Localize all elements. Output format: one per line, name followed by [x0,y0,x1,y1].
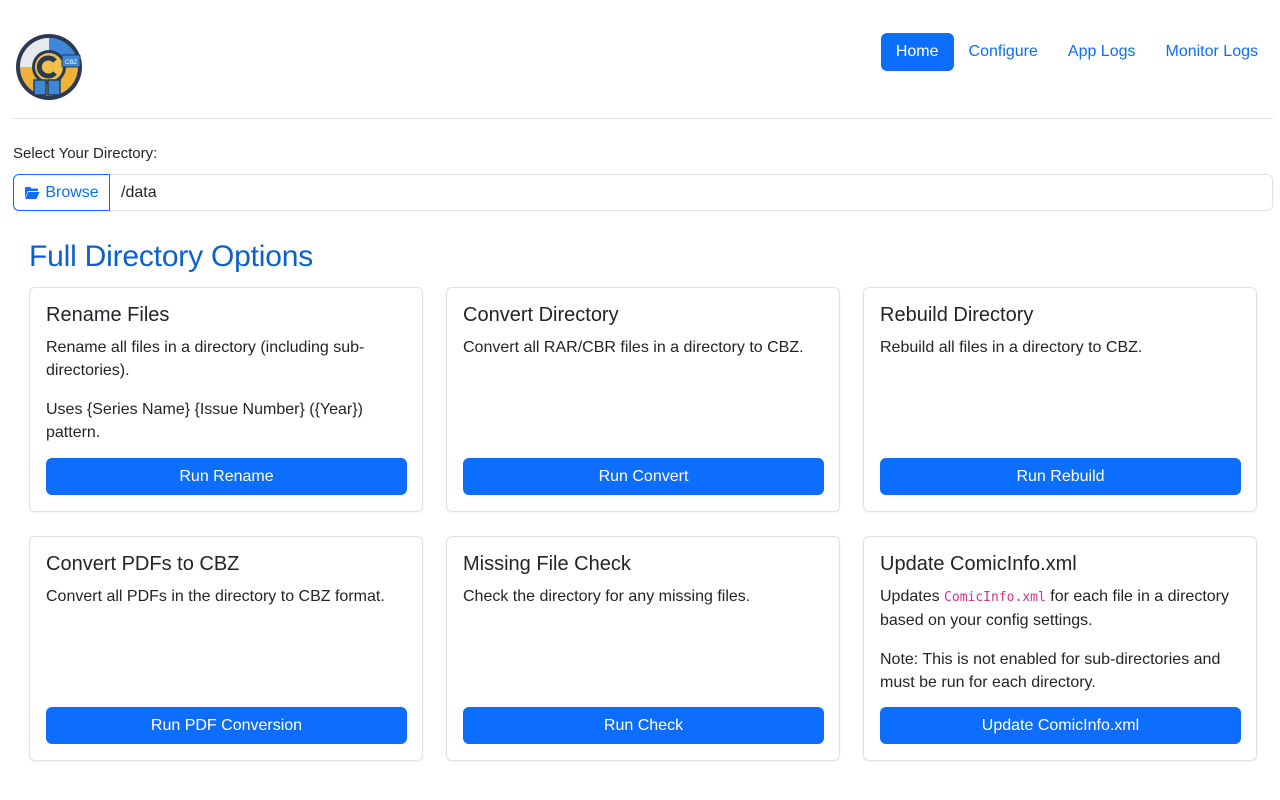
card-body: Rebuild all files in a directory to CBZ. [880,336,1240,375]
card-body: Rename all files in a directory (includi… [46,336,406,460]
card-body: Updates ComicInfo.xml for each file in a… [880,585,1240,710]
browse-label: Browse [45,183,99,201]
section-title: Full Directory Options [29,240,314,273]
card-body: Check the directory for any missing file… [463,585,823,624]
browse-button[interactable]: Browse [13,174,110,211]
card-update-comicinfo: Update ComicInfo.xml Updates ComicInfo.x… [863,536,1257,761]
run-convert-button[interactable]: Run Convert [463,458,824,495]
card-rename-files: Rename Files Rename all files in a direc… [29,287,423,512]
card-title: Update ComicInfo.xml [880,553,1077,575]
card-title: Missing File Check [463,553,631,575]
card-title: Convert PDFs to CBZ [46,553,240,575]
card-missing-file-check: Missing File Check Check the directory f… [446,536,840,761]
directory-label: Select Your Directory: [13,145,158,162]
main-nav: Home Configure App Logs Monitor Logs [880,33,1274,71]
card-title: Rename Files [46,304,170,326]
nav-configure[interactable]: Configure [954,33,1053,71]
nav-monitor-logs[interactable]: Monitor Logs [1151,33,1274,71]
card-title: Convert Directory [463,304,619,326]
app-logo-icon[interactable]: CBZ [14,32,84,102]
card-note: Uses {Series Name} {Issue Number} ({Year… [46,401,363,441]
header: CBZ Home Configure App Logs Monitor Logs [13,0,1273,119]
update-comicinfo-button[interactable]: Update ComicInfo.xml [880,707,1241,744]
card-note: Note: This is not enabled for sub-direct… [880,651,1221,691]
card-rebuild-directory: Rebuild Directory Rebuild all files in a… [863,287,1257,512]
card-body: Convert all PDFs in the directory to CBZ… [46,585,406,624]
card-description: Rebuild all files in a directory to CBZ. [880,339,1143,356]
folder-open-icon [25,186,40,199]
directory-input-group: Browse [13,174,1273,211]
run-check-button[interactable]: Run Check [463,707,824,744]
card-description: Convert all PDFs in the directory to CBZ… [46,588,385,605]
svg-text:CBZ: CBZ [65,60,77,66]
card-body: Convert all RAR/CBR files in a directory… [463,336,823,375]
card-convert-pdfs: Convert PDFs to CBZ Convert all PDFs in … [29,536,423,761]
comicinfo-code: ComicInfo.xml [944,590,1046,605]
run-rebuild-button[interactable]: Run Rebuild [880,458,1241,495]
nav-home[interactable]: Home [880,33,954,71]
card-title: Rebuild Directory [880,304,1034,326]
card-description-pre: Updates [880,588,945,605]
run-pdf-conversion-button[interactable]: Run PDF Conversion [46,707,407,744]
card-description: Check the directory for any missing file… [463,588,751,605]
card-description: Rename all files in a directory (includi… [46,339,365,379]
nav-app-logs[interactable]: App Logs [1053,33,1151,71]
card-description: Updates ComicInfo.xml for each file in a… [880,585,1240,632]
directory-path-input[interactable] [110,174,1273,211]
card-convert-directory: Convert Directory Convert all RAR/CBR fi… [446,287,840,512]
run-rename-button[interactable]: Run Rename [46,458,407,495]
card-description: Convert all RAR/CBR files in a directory… [463,339,804,356]
